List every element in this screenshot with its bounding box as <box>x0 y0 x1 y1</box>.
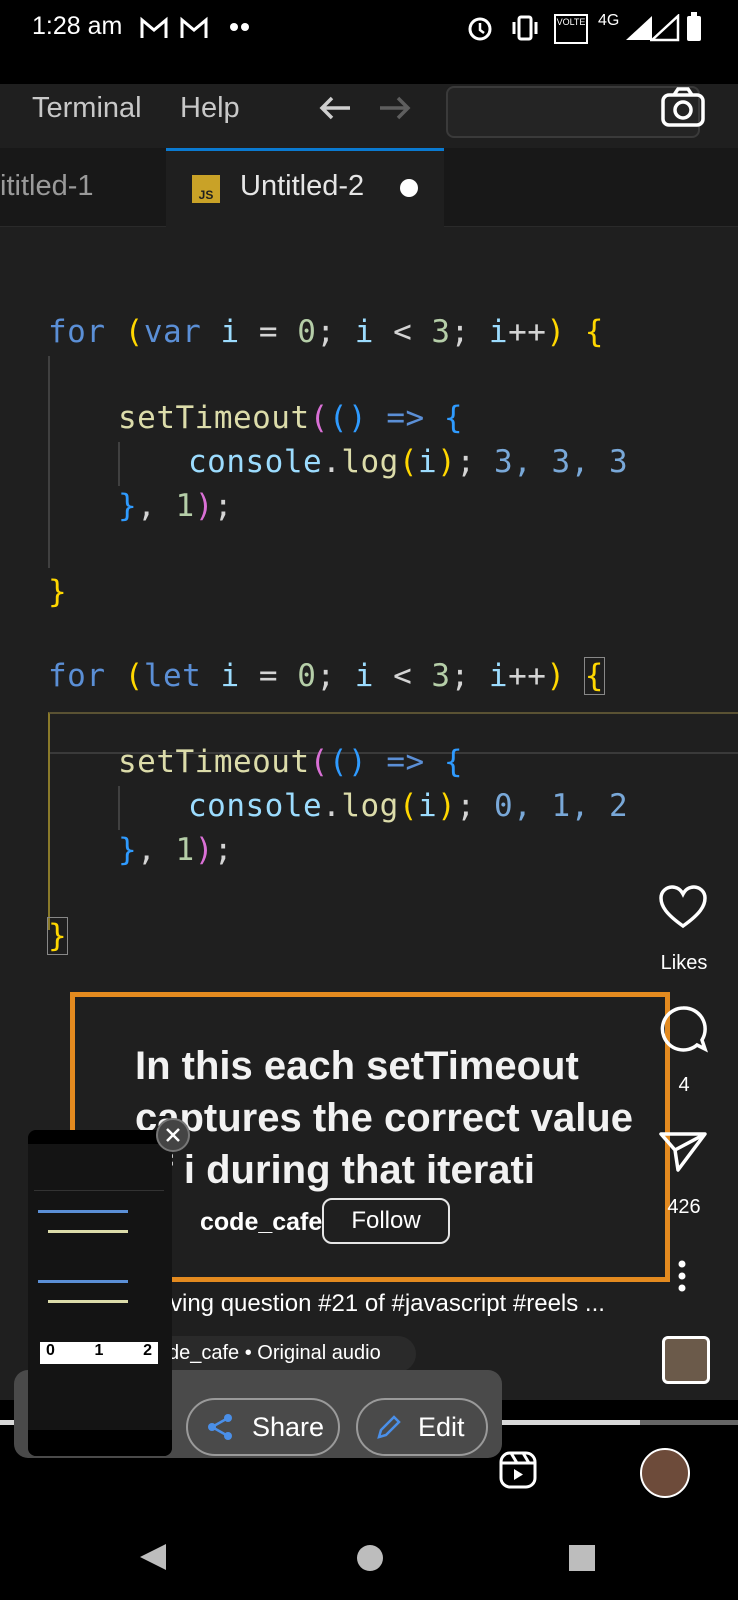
indent-guide <box>118 442 120 486</box>
volte-icon: VOLTE <box>554 14 588 44</box>
code-line: } <box>48 574 68 610</box>
thumb-value: 1 <box>94 1342 104 1359</box>
reels-icon[interactable] <box>498 1450 538 1490</box>
thumb-value: 2 <box>143 1342 152 1359</box>
forward-arrow-icon <box>380 96 411 120</box>
thumb-code-line <box>48 1230 128 1233</box>
follow-label: Follow <box>351 1207 421 1234</box>
code-line: setTimeout(() => { <box>118 400 463 436</box>
output-annotation: 3, 3, 3 <box>494 444 629 480</box>
code-line: }, 1); <box>118 488 234 524</box>
thumb-output-row: 0 1 2 <box>40 1342 158 1364</box>
thumb-code-line <box>38 1280 128 1283</box>
profile-avatar[interactable] <box>640 1448 690 1498</box>
edit-label: Edit <box>418 1411 465 1442</box>
thumb-code-line <box>48 1300 128 1303</box>
edit-button[interactable]: Edit <box>356 1398 488 1456</box>
code-line: } <box>46 917 69 955</box>
code-line: for (var i = 0; i < 3; i++) { <box>48 314 604 350</box>
follow-button[interactable]: Follow <box>322 1198 450 1244</box>
close-icon <box>166 1128 180 1142</box>
indent-guide <box>48 750 50 930</box>
more-options-icon[interactable] <box>676 1260 688 1292</box>
system-back-icon[interactable] <box>138 1542 168 1572</box>
comments-count: 4 <box>678 1074 690 1096</box>
tab-label: Untitled-2 <box>240 170 365 202</box>
audio-thumbnail[interactable] <box>662 1336 710 1384</box>
comment-icon[interactable] <box>658 1004 708 1054</box>
shares-count: 426 <box>667 1196 701 1218</box>
thumb-navbar <box>28 1430 172 1456</box>
gmail-icon <box>180 16 208 38</box>
js-file-icon: JS <box>192 175 220 203</box>
thumb-divider <box>34 1190 164 1191</box>
status-time: 1:28 am <box>32 12 123 40</box>
vibrate-icon <box>512 15 538 41</box>
tab-untitled-2: JS Untitled-2 <box>166 148 444 229</box>
4g-icon: 4G <box>598 12 620 29</box>
thumb-code-line <box>38 1210 128 1213</box>
back-arrow-icon <box>319 96 350 120</box>
code-line: setTimeout(() => { <box>118 744 463 780</box>
alarm-icon <box>468 17 492 41</box>
more-dots-icon <box>230 23 249 31</box>
system-recents-icon[interactable] <box>568 1544 596 1572</box>
menu-terminal: Terminal <box>32 92 142 124</box>
thumb-value: 0 <box>46 1342 55 1359</box>
tab-label: ititled-1 <box>0 170 94 202</box>
audio-label: de_cafe • Original audio <box>168 1342 381 1364</box>
code-line: }, 1); <box>118 832 234 868</box>
send-icon[interactable] <box>658 1130 708 1174</box>
thumb-statusbar <box>28 1130 172 1144</box>
audio-pill[interactable]: de_cafe • Original audio <box>150 1336 416 1372</box>
code-line: for (let i = 0; i < 3; i++) { <box>48 657 605 695</box>
indent-guide <box>118 786 120 830</box>
username[interactable]: code_cafe <box>200 1208 322 1237</box>
share-button[interactable]: Share <box>186 1398 340 1456</box>
like-heart-icon[interactable] <box>658 884 708 930</box>
indent-guide <box>48 356 50 568</box>
gmail-icon <box>140 16 168 38</box>
camera-icon[interactable] <box>660 86 706 128</box>
signal-icon <box>650 14 680 42</box>
tab-untitled-1: ititled-1 <box>0 148 167 226</box>
menu-help: Help <box>180 92 240 124</box>
pencil-icon <box>377 1415 401 1439</box>
code-line: console.log(i); <box>188 788 476 824</box>
reel-description[interactable]: ving question #21 of #javascript #reels … <box>170 1290 605 1318</box>
system-home-icon[interactable] <box>356 1544 384 1572</box>
likes-label: Likes <box>660 952 708 974</box>
output-annotation: 0, 1, 2 <box>494 788 629 824</box>
unsaved-dot-icon <box>400 179 418 197</box>
close-thumbnail-button[interactable] <box>156 1118 190 1152</box>
code-line: console.log(i); <box>188 444 476 480</box>
share-label: Share <box>252 1411 325 1442</box>
screenshot-thumbnail[interactable]: 0 1 2 <box>28 1130 172 1456</box>
share-icon <box>208 1414 232 1440</box>
battery-icon <box>687 12 701 41</box>
caption-overlay-text: In this each setTimeout captures the cor… <box>135 1044 633 1192</box>
